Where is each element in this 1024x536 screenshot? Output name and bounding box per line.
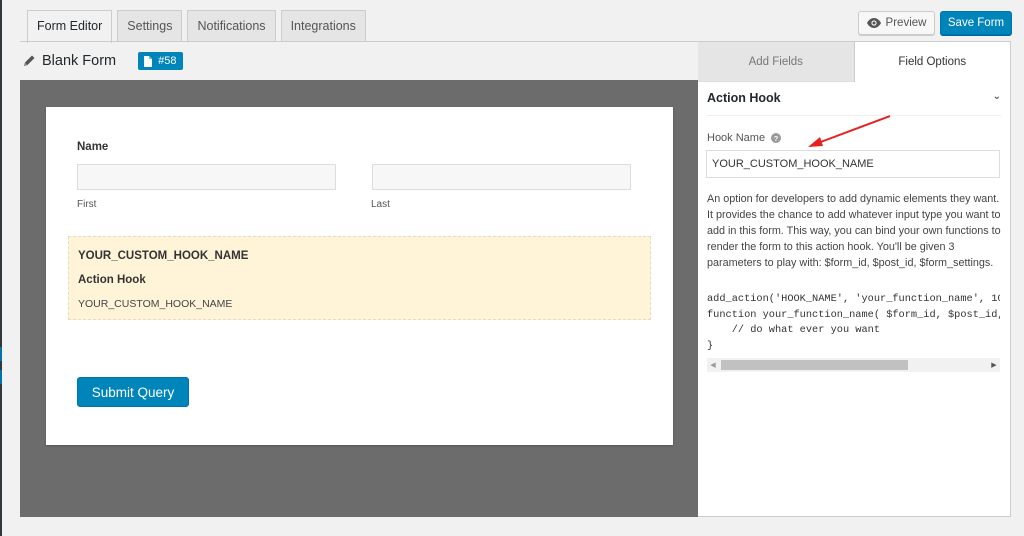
code-text: add_action('HOOK_NAME', 'your_function_n… [707,293,1000,352]
action-hook-field[interactable]: YOUR_CUSTOM_HOOK_NAME Action Hook YOUR_C… [68,236,651,320]
scroll-right-icon[interactable]: ▶ [988,358,1000,372]
hook-block-label: Action Hook [78,274,146,286]
sidebar-indicator [0,370,2,384]
code-sample: add_action('HOOK_NAME', 'your_function_n… [707,292,1000,374]
tab-add-fields[interactable]: Add Fields [698,42,855,82]
tabs-divider [20,41,698,42]
form-id-badge[interactable]: #58 [138,52,183,70]
first-sublabel: First [77,199,97,210]
hook-name-label: Hook Name ? [707,132,782,144]
last-name-input[interactable] [372,164,631,190]
form-canvas: Name First Last YOUR_CUSTOM_HOOK_NAME Ac… [20,80,699,517]
panel-tabs: Add Fields Field Options [698,42,1010,82]
preview-label: Preview [885,17,927,29]
scrollbar-thumb[interactable] [721,360,908,370]
submit-button[interactable]: Submit Query [77,377,189,407]
scroll-left-icon[interactable]: ◀ [707,358,719,372]
name-field-label: Name [77,141,109,153]
hook-description: An option for developers to add dynamic … [707,193,1001,269]
hook-name-label-text: Hook Name [707,132,766,144]
section-header[interactable]: Action Hook ⌄ [707,91,1001,105]
section-divider [707,115,1001,116]
help-icon[interactable]: ? [771,133,782,143]
tab-field-options[interactable]: Field Options [854,42,1010,82]
tab-settings[interactable]: Settings [117,10,183,42]
last-sublabel: Last [371,199,390,210]
form-preview: Name First Last YOUR_CUSTOM_HOOK_NAME Ac… [46,107,673,445]
tab-notifications[interactable]: Notifications [187,10,276,42]
copy-icon [144,55,153,67]
form-title-row: Blank Form #58 [22,50,183,72]
eye-icon [866,18,881,28]
first-name-input[interactable] [77,164,336,190]
chevron-down-icon[interactable]: ⌄ [993,91,1001,102]
sidebar-indicator [0,347,2,361]
hook-block-title: YOUR_CUSTOM_HOOK_NAME [78,250,249,262]
pencil-icon[interactable] [22,54,36,68]
hook-name-input[interactable] [706,150,1000,178]
save-form-button[interactable]: Save Form [940,11,1012,35]
field-options-panel: Add Fields Field Options Action Hook ⌄ H… [698,41,1011,517]
tab-integrations[interactable]: Integrations [280,10,366,42]
hook-block-value: YOUR_CUSTOM_HOOK_NAME [78,298,233,310]
editor-tabs: Form Editor Settings Notifications Integ… [20,10,366,43]
section-title: Action Hook [707,91,781,105]
form-title[interactable]: Blank Form [42,53,116,69]
form-id: #58 [158,55,177,67]
admin-sidebar-edge [0,0,2,536]
horizontal-scrollbar[interactable]: ◀ ▶ [707,358,1000,372]
tab-form-editor[interactable]: Form Editor [27,10,113,43]
preview-button[interactable]: Preview [858,11,935,35]
